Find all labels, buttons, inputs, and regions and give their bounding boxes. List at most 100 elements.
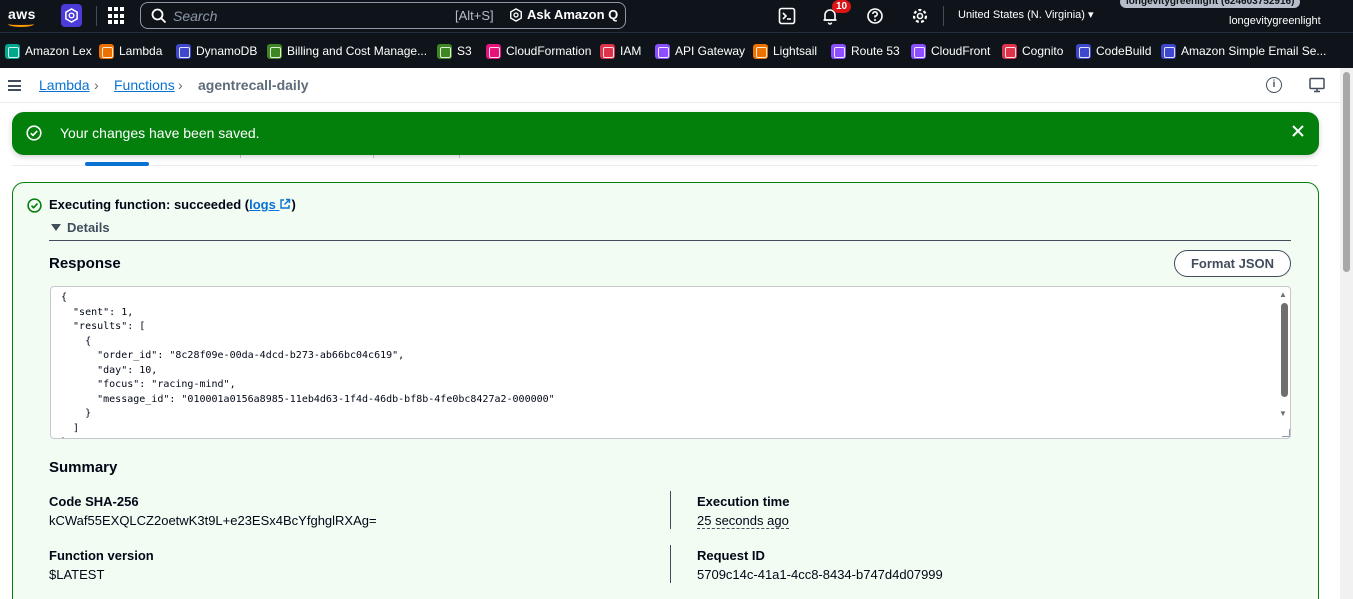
execution-status-title: Executing function: succeeded (logs ) — [49, 197, 296, 212]
execution-status-suffix: ) — [291, 197, 296, 212]
account-name[interactable]: longevitygreenlight — [1229, 15, 1321, 27]
menu-icon[interactable] — [8, 80, 21, 91]
nav-divider — [943, 6, 944, 26]
details-expander[interactable]: Details — [51, 220, 110, 235]
aws-logo-text: aws — [8, 6, 36, 22]
active-tab-indicator — [85, 162, 149, 166]
amazon-q-logo-icon[interactable] — [61, 4, 82, 27]
favorite-label: CodeBuild — [1096, 44, 1152, 58]
favorite-item[interactable]: Route 53 — [831, 43, 900, 59]
chevron-right-icon: › — [178, 77, 183, 93]
check-circle-icon — [26, 125, 42, 141]
success-flashbar: Your changes have been saved. — [12, 112, 1319, 155]
format-json-button[interactable]: Format JSON — [1174, 250, 1291, 277]
execution-status-prefix: Executing function: succeeded ( — [49, 197, 250, 212]
favorite-label: DynamoDB — [196, 44, 258, 58]
favorite-label: Route 53 — [851, 44, 900, 58]
code-scrollbar-thumb[interactable] — [1281, 303, 1288, 397]
function-version-label: Function version — [49, 548, 154, 563]
close-icon[interactable] — [1289, 122, 1307, 140]
check-circle-icon — [27, 198, 42, 213]
favorite-item[interactable]: API Gateway — [655, 43, 745, 59]
execution-result-panel: Executing function: succeeded (logs ) De… — [12, 182, 1319, 599]
favorite-label: Lambda — [119, 44, 163, 58]
settings-gear-icon[interactable] — [911, 7, 929, 25]
ask-amazon-q-button[interactable]: Ask Amazon Q — [509, 7, 618, 22]
service-icon — [99, 43, 114, 59]
scroll-down-icon[interactable]: ▼ — [1279, 409, 1287, 418]
favorite-item[interactable]: CloudFront — [911, 43, 990, 59]
service-icon — [655, 43, 670, 59]
aws-logo[interactable]: aws — [6, 4, 38, 28]
favorite-item[interactable]: Cognito — [1002, 43, 1063, 59]
breadcrumb: Lambda › Functions › agentrecall-daily i — [0, 68, 1340, 103]
region-selector[interactable]: United States (N. Virginia) ▾ — [958, 8, 1094, 21]
response-heading: Response — [49, 255, 121, 272]
request-id-label: Request ID — [697, 548, 765, 563]
cloudshell-icon[interactable] — [778, 7, 796, 25]
service-icon — [1002, 43, 1017, 59]
chevron-right-icon: › — [94, 77, 99, 93]
page-scrollbar-thumb[interactable] — [1343, 72, 1350, 272]
response-body: { "sent": 1, "results": [ { "order_id": … — [61, 292, 555, 438]
favorite-item[interactable]: Billing and Cost Manage... — [267, 43, 427, 59]
resize-handle-icon[interactable] — [1282, 429, 1290, 437]
service-icon — [486, 43, 501, 59]
monitor-icon[interactable] — [1309, 77, 1325, 93]
flash-message: Your changes have been saved. — [60, 125, 260, 141]
ask-amazon-q-label: Ask Amazon Q — [527, 7, 619, 22]
breadcrumb-functions-link[interactable]: Functions — [114, 77, 175, 93]
favorite-item[interactable]: Amazon Simple Email Se... — [1161, 43, 1326, 59]
search-shortcut: [Alt+S] — [455, 8, 494, 23]
favorite-label: CloudFormation — [506, 44, 592, 58]
favorite-item[interactable]: IAM — [600, 43, 641, 59]
summary-heading: Summary — [49, 459, 118, 476]
breadcrumb-lambda-link[interactable]: Lambda — [39, 77, 90, 93]
request-id-value: 5709c14c-41a1-4cc8-8434-b747d4d07999 — [697, 567, 943, 582]
hexagon-icon — [65, 8, 78, 23]
execution-time-label: Execution time — [697, 494, 790, 509]
code-sha-label: Code SHA-256 — [49, 494, 139, 509]
response-code-editor[interactable]: { "sent": 1, "results": [ { "order_id": … — [50, 286, 1291, 439]
page-scrollbar[interactable] — [1340, 68, 1353, 599]
favorite-item[interactable]: Lightsail — [753, 43, 817, 59]
service-icon — [5, 43, 20, 59]
favorite-label: Amazon Simple Email Se... — [1181, 44, 1327, 58]
service-icon — [1161, 43, 1176, 59]
favorite-label: Lightsail — [773, 44, 818, 58]
account-id-menu[interactable]: longevitygreenlight (624603752916) — [1120, 0, 1301, 8]
favorite-label: API Gateway — [675, 44, 746, 58]
services-menu-icon[interactable] — [108, 7, 126, 25]
code-scrollbar[interactable] — [1278, 287, 1290, 427]
logs-link[interactable]: logs — [249, 197, 291, 212]
favorites-bar: Amazon Lex Lambda DynamoDB Billing and Cost… — [0, 32, 1353, 68]
external-link-icon — [280, 198, 291, 209]
favorite-item[interactable]: CodeBuild — [1076, 43, 1151, 59]
service-icon — [437, 43, 452, 59]
favorite-item[interactable]: Amazon Lex — [5, 43, 92, 59]
favorite-label: Amazon Lex — [25, 44, 92, 58]
search-placeholder: Search — [173, 8, 218, 24]
chevron-down-icon: ▾ — [1088, 9, 1094, 21]
favorite-label: IAM — [620, 44, 642, 58]
caret-down-icon — [51, 224, 61, 231]
service-icon — [1076, 43, 1091, 59]
region-label: United States (N. Virginia) — [958, 9, 1085, 21]
breadcrumb-current: agentrecall-daily — [198, 77, 309, 93]
tabs-divider — [12, 165, 1318, 166]
service-icon — [911, 43, 926, 59]
favorite-item[interactable]: CloudFormation — [486, 43, 591, 59]
help-icon[interactable] — [866, 7, 884, 25]
notification-count-badge: 10 — [832, 0, 852, 13]
favorite-label: Billing and Cost Manage... — [287, 44, 428, 58]
nav-divider — [96, 6, 97, 26]
info-icon[interactable]: i — [1266, 77, 1282, 93]
favorite-item[interactable]: S3 — [437, 43, 472, 59]
search-input[interactable]: Search [Alt+S] Ask Amazon Q — [140, 2, 626, 29]
service-icon — [600, 43, 615, 59]
column-divider — [670, 491, 671, 529]
favorite-label: CloudFront — [931, 44, 991, 58]
favorite-item[interactable]: Lambda — [99, 43, 162, 59]
favorite-item[interactable]: DynamoDB — [176, 43, 257, 59]
execution-time-value[interactable]: 25 seconds ago — [697, 513, 789, 529]
